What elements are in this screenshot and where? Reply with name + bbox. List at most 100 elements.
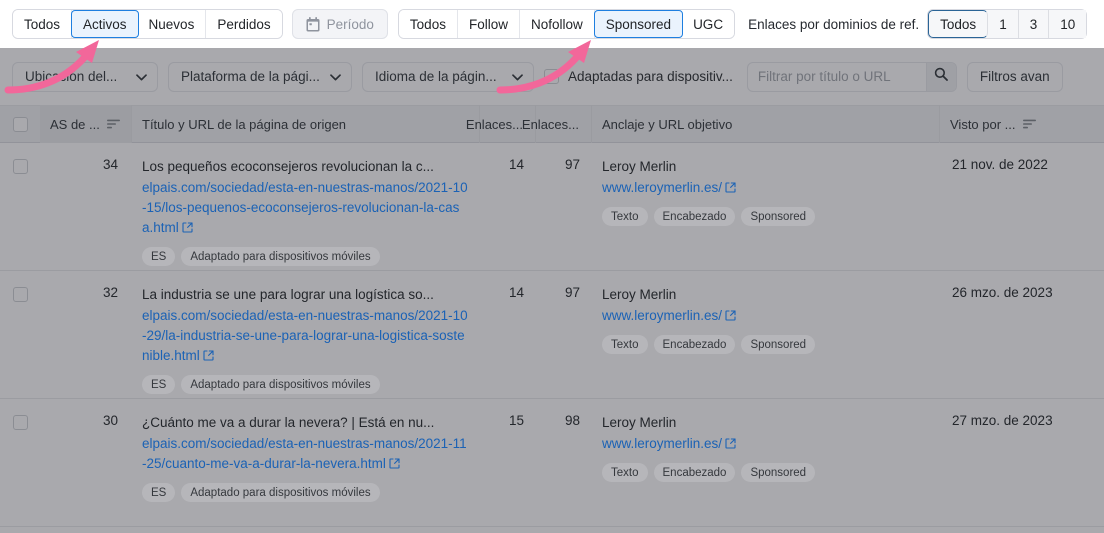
rel-filter-nofollow[interactable]: Nofollow <box>520 10 595 38</box>
table-row[interactable]: 34 Los pequeños ecoconsejeros revolucion… <box>0 143 1104 271</box>
row-page-url[interactable]: elpais.com/sociedad/esta-en-nuestras-man… <box>142 436 467 471</box>
mobile-friendly-checkbox-label: Adaptadas para dispositiv... <box>568 69 733 84</box>
row-page-title: Los pequeños ecoconsejeros revolucionan … <box>142 157 470 176</box>
row-source-page: ¿Cuánto me va a durar la nevera? | Está … <box>132 399 480 526</box>
language-dropdown[interactable]: Idioma de la págin... <box>362 62 534 92</box>
badge-texto: Texto <box>602 207 648 226</box>
column-header-links1-label: Enlaces... <box>466 117 523 132</box>
row-anchor-url[interactable]: www.leroymerlin.es/ <box>602 180 722 195</box>
external-link-icon[interactable] <box>722 436 736 451</box>
status-filter-activos[interactable]: Activos <box>71 10 139 38</box>
status-filter-perdidos[interactable]: Perdidos <box>206 10 281 38</box>
ref-domains-3[interactable]: 3 <box>1019 10 1050 38</box>
column-header-title-label: Título y URL de la página de origen <box>142 117 346 132</box>
sort-icon[interactable] <box>107 117 120 132</box>
external-link-icon[interactable] <box>200 348 214 363</box>
badge-encabezado: Encabezado <box>654 335 736 354</box>
rel-filter-follow[interactable]: Follow <box>458 10 520 38</box>
ref-domains-todos[interactable]: Todos <box>928 10 988 38</box>
row-anchor-cell: Leroy Merlin www.leroymerlin.es/ Texto E… <box>592 271 940 398</box>
filter-toolbar-primary: Todos Activos Nuevos Perdidos Período To… <box>0 0 1104 48</box>
badge-encabezado: Encabezado <box>654 207 736 226</box>
ref-domains-10[interactable]: 10 <box>1049 10 1086 38</box>
backlinks-table: AS de ... Título y URL de la página de o… <box>0 105 1104 527</box>
row-page-title: ¿Cuánto me va a durar la nevera? | Está … <box>142 413 470 432</box>
search-button[interactable] <box>926 63 956 91</box>
row-select-cell <box>0 143 40 270</box>
row-select-cell <box>0 399 40 526</box>
table-row[interactable]: 30 ¿Cuánto me va a durar la nevera? | Es… <box>0 399 1104 527</box>
row-checkbox[interactable] <box>13 159 28 174</box>
row-page-badges: ES Adaptado para dispositivos móviles <box>142 247 470 266</box>
external-link-icon[interactable] <box>386 456 400 471</box>
row-checkbox[interactable] <box>13 287 28 302</box>
location-dropdown-label: Ubicación del... <box>25 69 117 84</box>
badge-language: ES <box>142 247 175 266</box>
rel-filter-sponsored[interactable]: Sponsored <box>594 10 683 38</box>
location-dropdown[interactable]: Ubicación del... <box>12 62 158 92</box>
platform-dropdown-label: Plataforma de la pági... <box>181 69 320 84</box>
external-link-icon[interactable] <box>722 180 736 195</box>
select-all-checkbox[interactable] <box>13 117 28 132</box>
row-page-badges: ES Adaptado para dispositivos móviles <box>142 375 470 394</box>
column-header-links2-label: Enlaces... <box>522 117 579 132</box>
row-anchor-cell: Leroy Merlin www.leroymerlin.es/ Texto E… <box>592 143 940 270</box>
status-filter-nuevos[interactable]: Nuevos <box>138 10 207 38</box>
row-anchor-badges: Texto Encabezado Sponsored <box>602 335 930 354</box>
row-seen-date: 26 mzo. de 2023 <box>952 285 1053 300</box>
language-dropdown-label: Idioma de la págin... <box>375 69 497 84</box>
row-spacer <box>1080 271 1104 398</box>
rel-filter-group: Todos Follow Nofollow Sponsored UGC <box>398 9 735 39</box>
table-header-row: AS de ... Título y URL de la página de o… <box>0 105 1104 143</box>
column-header-as[interactable]: AS de ... <box>40 105 132 143</box>
row-anchor-url-wrap: www.leroymerlin.es/ <box>602 178 930 198</box>
checkbox-box[interactable] <box>544 69 559 84</box>
row-anchor-text: Leroy Merlin <box>602 157 930 176</box>
badge-encabezado: Encabezado <box>654 463 736 482</box>
chevron-down-icon <box>512 69 523 84</box>
column-header-anchor-label: Anclaje y URL objetivo <box>602 117 732 132</box>
platform-dropdown[interactable]: Plataforma de la pági... <box>168 62 352 92</box>
badge-language: ES <box>142 483 175 502</box>
external-link-icon[interactable] <box>179 220 193 235</box>
column-header-seen[interactable]: Visto por ... <box>940 105 1080 143</box>
row-spacer <box>1080 143 1104 270</box>
rel-filter-todos[interactable]: Todos <box>399 10 458 38</box>
badge-mobile-friendly: Adaptado para dispositivos móviles <box>181 483 379 502</box>
row-links-internal: 14 <box>480 271 536 398</box>
row-links-external: 98 <box>536 399 592 526</box>
badge-mobile-friendly: Adaptado para dispositivos móviles <box>181 375 379 394</box>
row-page-url[interactable]: elpais.com/sociedad/esta-en-nuestras-man… <box>142 308 468 363</box>
status-filter-group: Todos Activos Nuevos Perdidos <box>12 9 283 39</box>
row-page-badges: ES Adaptado para dispositivos móviles <box>142 483 470 502</box>
backlinks-table-screen: Todos Activos Nuevos Perdidos Período To… <box>0 0 1104 533</box>
table-row[interactable]: 32 La industria se une para lograr una l… <box>0 271 1104 399</box>
ref-domains-label: Enlaces por dominios de ref. <box>748 17 919 32</box>
row-checkbox[interactable] <box>13 415 28 430</box>
advanced-filters-button[interactable]: Filtros avan <box>967 62 1063 92</box>
row-seen-date: 21 nov. de 2022 <box>952 157 1048 172</box>
chevron-down-icon <box>330 69 341 84</box>
row-seen-date-cell: 26 mzo. de 2023 <box>940 271 1080 398</box>
badge-sponsored: Sponsored <box>741 207 815 226</box>
row-anchor-url[interactable]: www.leroymerlin.es/ <box>602 308 722 323</box>
period-button[interactable]: Período <box>292 9 388 39</box>
row-anchor-badges: Texto Encabezado Sponsored <box>602 207 930 226</box>
external-link-icon[interactable] <box>722 308 736 323</box>
select-all-header <box>0 105 40 143</box>
advanced-filters-label: Filtros avan <box>980 69 1050 84</box>
badge-sponsored: Sponsored <box>741 335 815 354</box>
period-button-label: Período <box>327 17 374 32</box>
column-header-spacer <box>1080 105 1104 143</box>
status-filter-todos[interactable]: Todos <box>13 10 72 38</box>
row-spacer <box>1080 399 1104 526</box>
row-anchor-text: Leroy Merlin <box>602 285 930 304</box>
rel-filter-ugc[interactable]: UGC <box>682 10 734 38</box>
mobile-friendly-checkbox[interactable]: Adaptadas para dispositiv... <box>544 69 733 84</box>
row-links-external: 97 <box>536 143 592 270</box>
row-anchor-url[interactable]: www.leroymerlin.es/ <box>602 436 722 451</box>
search-field-wrapper <box>747 62 957 92</box>
search-input[interactable] <box>748 63 926 91</box>
sort-icon[interactable] <box>1023 117 1036 132</box>
ref-domains-1[interactable]: 1 <box>988 10 1019 38</box>
